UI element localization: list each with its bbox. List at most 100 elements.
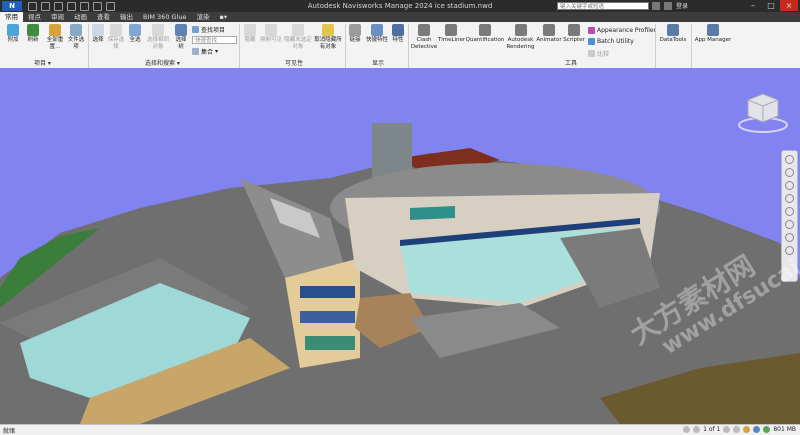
maximize-button[interactable]: □ bbox=[762, 0, 780, 11]
properties-button[interactable]: 特性 bbox=[390, 24, 406, 44]
user-icon[interactable] bbox=[664, 1, 672, 10]
animator-icon bbox=[543, 24, 555, 36]
tab-animation[interactable]: 动画 bbox=[69, 12, 92, 22]
tab-home[interactable]: 常用 bbox=[0, 12, 23, 22]
tower bbox=[372, 123, 412, 178]
compare-icon bbox=[588, 50, 595, 57]
clash-detective-label: Clash Detective bbox=[410, 37, 438, 50]
quantification-label: Quantification bbox=[465, 37, 505, 43]
tab-render[interactable]: 渲染 bbox=[192, 12, 215, 22]
selection-tree-icon bbox=[175, 24, 187, 36]
require-label: 强制可见 bbox=[260, 37, 283, 43]
reset-all-button[interactable]: 全部重置... bbox=[45, 24, 65, 50]
quick-properties-button[interactable]: 快捷特性 bbox=[365, 24, 389, 44]
disk-icon[interactable] bbox=[753, 426, 761, 433]
reset-icon bbox=[49, 24, 61, 36]
select-all-button[interactable]: 全选 bbox=[127, 24, 143, 44]
refresh-label: 刷新 bbox=[27, 37, 39, 43]
clash-detective-icon bbox=[418, 24, 430, 36]
3d-viewport[interactable]: 大方素材网 www.dfsucai.com bbox=[0, 68, 800, 424]
cursor-icon bbox=[92, 24, 104, 36]
save-selection-label: 保存选择 bbox=[107, 37, 125, 50]
pencil-icon[interactable] bbox=[743, 426, 751, 433]
find-items-label: 查找项目 bbox=[201, 27, 226, 34]
help-search-input[interactable]: 键入关键字或短语 bbox=[557, 2, 649, 10]
datatools-label: DataTools bbox=[659, 37, 687, 43]
unhide-all-icon bbox=[322, 24, 334, 36]
sign-in-link[interactable]: 登录 bbox=[676, 1, 688, 10]
minimize-button[interactable]: – bbox=[744, 0, 762, 11]
clash-detective-button[interactable]: Clash Detective bbox=[410, 24, 438, 50]
scripter-button[interactable]: Scripter bbox=[563, 24, 585, 44]
ribbon-panel-labels: 项目 ▾ 选择和搜索 ▾ 可见性 显示 工具 bbox=[0, 58, 800, 67]
chevron-down-icon: ▾ bbox=[215, 48, 219, 55]
compare-button[interactable]: 比较 bbox=[588, 49, 609, 58]
tab-review[interactable]: 审阅 bbox=[46, 12, 69, 22]
steeringwheel-icon[interactable] bbox=[785, 155, 794, 164]
tab-output[interactable]: 输出 bbox=[115, 12, 138, 22]
appearance-profiler-button[interactable]: Appearance Profiler bbox=[588, 27, 656, 34]
require-icon bbox=[265, 24, 277, 36]
select-same-label: 选择相同对象 bbox=[146, 37, 169, 50]
quick-find-input[interactable]: 快速查找 bbox=[192, 36, 237, 44]
ribbon-tabs: 常用 视点 审阅 动画 查看 输出 BIM 360 Glue 渲染 ▪▾ bbox=[0, 12, 800, 22]
sets-icon bbox=[192, 48, 199, 55]
properties-icon bbox=[392, 24, 404, 36]
panel-label-select[interactable]: 选择和搜索 ▾ bbox=[145, 58, 180, 67]
links-label: 链接 bbox=[349, 37, 361, 43]
prev-page-icon[interactable] bbox=[693, 426, 701, 433]
selection-tree-button[interactable]: 选择树 bbox=[173, 24, 189, 50]
tab-extra-dropdown[interactable]: ▪▾ bbox=[215, 12, 233, 22]
tab-viewpoint[interactable]: 视点 bbox=[23, 12, 46, 22]
hide-button[interactable]: 隐藏 bbox=[241, 24, 259, 44]
append-label: 附加 bbox=[7, 37, 19, 43]
compare-label: 比较 bbox=[597, 51, 610, 58]
refresh-button[interactable]: 刷新 bbox=[24, 24, 42, 44]
app-manager-icon bbox=[707, 24, 719, 36]
batch-utility-icon bbox=[588, 38, 595, 45]
panel-label-project[interactable]: 项目 ▾ bbox=[34, 58, 51, 67]
app-manager-button[interactable]: App Manager bbox=[693, 24, 733, 44]
last-page-icon[interactable] bbox=[733, 426, 741, 433]
first-page-icon[interactable] bbox=[683, 426, 691, 433]
find-items-button[interactable]: 查找项目 bbox=[192, 25, 225, 34]
select-same-button[interactable]: 选择相同对象 bbox=[145, 24, 171, 50]
hide-label: 隐藏 bbox=[244, 37, 256, 43]
hide-unselected-button[interactable]: 隐藏未选定对象 bbox=[284, 24, 312, 50]
unhide-all-label: 取消隐藏所有对象 bbox=[314, 37, 342, 50]
search-icon[interactable] bbox=[652, 1, 660, 10]
save-selection-button[interactable]: 保存选择 bbox=[107, 24, 125, 50]
viewcube[interactable] bbox=[736, 88, 790, 134]
select-button[interactable]: 选择 bbox=[90, 24, 106, 44]
batch-utility-button[interactable]: Batch Utility bbox=[588, 38, 634, 45]
tab-bim360-glue[interactable]: BIM 360 Glue bbox=[138, 12, 192, 22]
quantification-button[interactable]: Quantification bbox=[465, 24, 505, 44]
window-band bbox=[305, 336, 355, 350]
timeliner-button[interactable]: TimeLiner bbox=[438, 24, 465, 44]
timeliner-icon bbox=[445, 24, 457, 36]
autodesk-rendering-button[interactable]: Autodesk Rendering bbox=[505, 24, 536, 50]
datatools-icon bbox=[667, 24, 679, 36]
quick-properties-icon bbox=[371, 24, 383, 36]
sets-label: 集合 bbox=[201, 49, 214, 56]
panel-label-visibility: 可见性 bbox=[285, 60, 304, 67]
require-button[interactable]: 强制可见 bbox=[260, 24, 282, 44]
datatools-button[interactable]: DataTools bbox=[657, 24, 689, 44]
next-page-icon[interactable] bbox=[723, 426, 731, 433]
close-button[interactable]: × bbox=[780, 0, 798, 11]
account-area: 登录 bbox=[652, 1, 688, 10]
animator-button[interactable]: Animator bbox=[536, 24, 562, 44]
append-button[interactable]: 附加 bbox=[4, 24, 22, 44]
links-button[interactable]: 链接 bbox=[347, 24, 363, 44]
autodesk-rendering-label: Autodesk Rendering bbox=[506, 37, 535, 50]
file-options-button[interactable]: 文件选项 bbox=[67, 24, 85, 50]
sets-dropdown[interactable]: 集合 ▾ bbox=[192, 47, 218, 56]
scripter-label: Scripter bbox=[563, 37, 585, 43]
memory-usage: 801 MB bbox=[773, 426, 796, 433]
quantification-icon bbox=[479, 24, 491, 36]
tab-view[interactable]: 查看 bbox=[92, 12, 115, 22]
pan-icon[interactable] bbox=[785, 168, 794, 177]
page-indicator: 1 of 1 bbox=[703, 426, 721, 433]
unhide-all-button[interactable]: 取消隐藏所有对象 bbox=[313, 24, 343, 50]
database-icon[interactable] bbox=[763, 426, 771, 433]
